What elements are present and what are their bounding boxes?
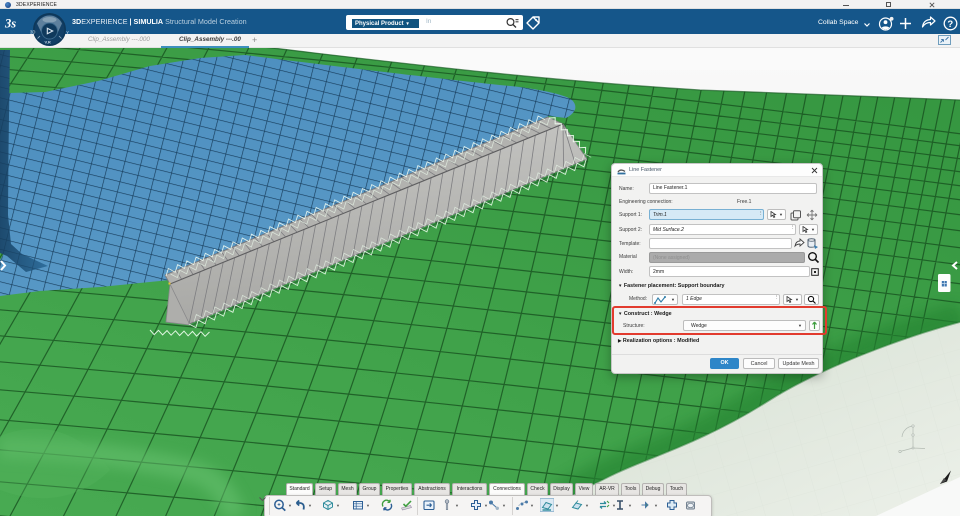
svg-text:3s: 3s [4, 17, 16, 31]
svg-text:y: y [67, 30, 70, 35]
svg-text:3D: 3D [30, 30, 35, 35]
svg-text:V.R: V.R [45, 40, 51, 45]
